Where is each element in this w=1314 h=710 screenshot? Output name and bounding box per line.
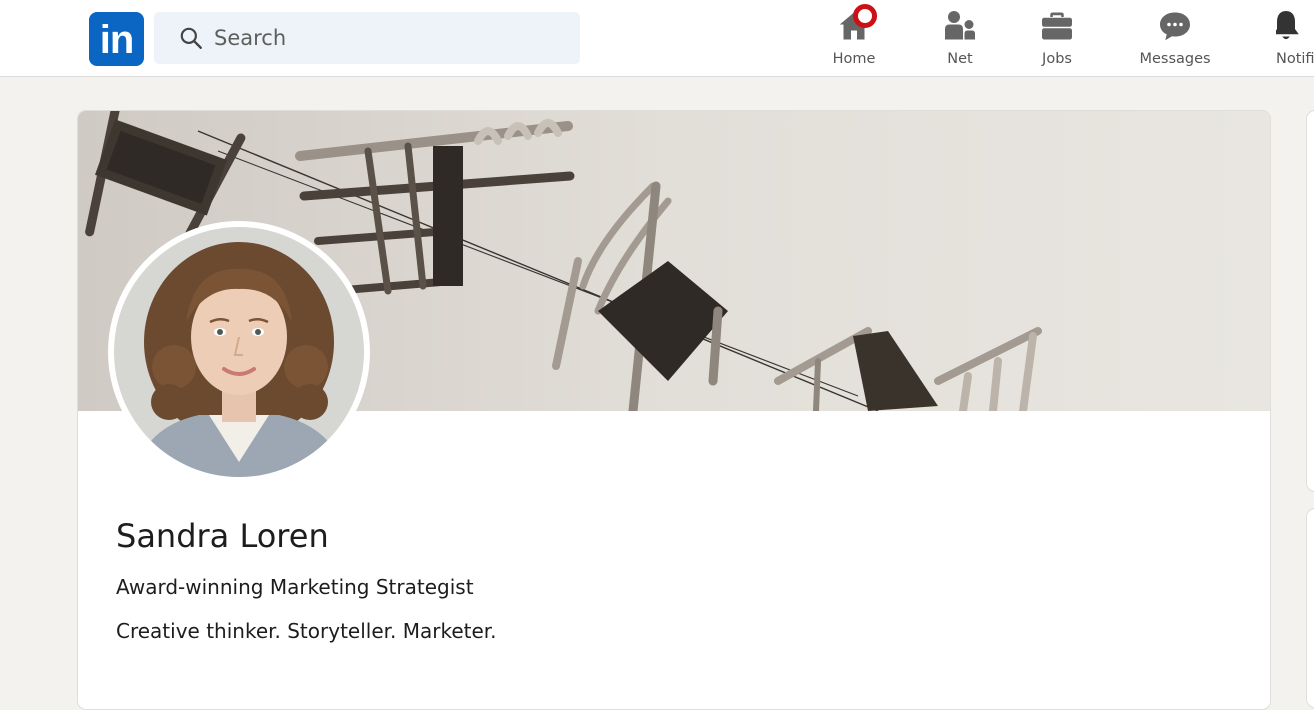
nav-item-notifications[interactable]: Notifi: [1276, 6, 1314, 72]
search-input[interactable]: [214, 18, 554, 58]
profile-name: Sandra Loren: [116, 517, 329, 555]
top-navigation-bar: in Home Net: [0, 0, 1314, 77]
network-icon: [945, 11, 975, 40]
nav-item-label: Jobs: [1042, 51, 1072, 67]
avatar-photo: [114, 227, 364, 477]
nav-item-label: Messages: [1139, 51, 1211, 67]
notification-badge: [853, 4, 877, 28]
profile-headline: Award-winning Marketing Strategist: [116, 575, 474, 599]
linkedin-logo[interactable]: in: [89, 12, 144, 66]
search-bar[interactable]: [154, 12, 580, 64]
side-card-bottom: [1306, 508, 1314, 708]
nav-item-messages[interactable]: Messages: [1139, 6, 1211, 72]
search-icon: [180, 27, 202, 49]
nav-item-jobs[interactable]: Jobs: [1037, 6, 1077, 72]
nav-item-label: Notifi: [1276, 51, 1314, 67]
side-card-top: [1306, 110, 1314, 492]
profile-avatar[interactable]: [108, 221, 370, 483]
nav-item-network[interactable]: Net: [940, 6, 980, 72]
messages-icon: [1160, 12, 1190, 41]
nav-item-label: Net: [947, 51, 973, 67]
nav-item-label: Home: [832, 51, 876, 67]
briefcase-icon: [1042, 12, 1072, 40]
bell-icon: [1276, 11, 1299, 40]
profile-card: Sandra Loren Award-winning Marketing Str…: [77, 110, 1271, 710]
nav-item-home[interactable]: Home: [828, 4, 880, 72]
profile-tagline: Creative thinker. Storyteller. Marketer.: [116, 619, 497, 643]
